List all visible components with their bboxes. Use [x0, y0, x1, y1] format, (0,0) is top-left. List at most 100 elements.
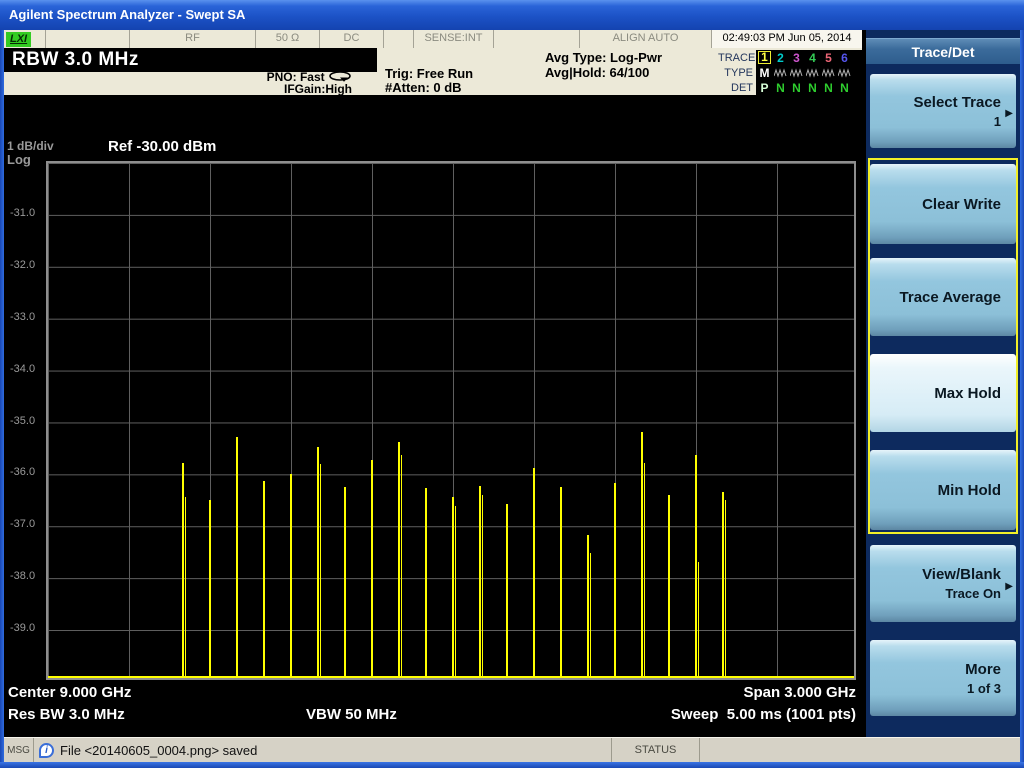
trace-spike: [185, 497, 186, 678]
y-axis-tick-label: -34.0: [10, 363, 35, 375]
softkey-view-blank[interactable]: View/Blank Trace On ▶: [870, 545, 1016, 622]
trace-1-number: 1: [758, 51, 771, 64]
softkey-label: View/Blank: [922, 566, 1001, 583]
softkey-label: Select Trace: [913, 94, 1001, 111]
lxi-badge: LXI: [6, 32, 31, 47]
window-border-right: [1020, 30, 1024, 768]
y-axis-tick-label: -36.0: [10, 466, 35, 478]
softkey-panel: Trace/Det Select Trace 1 ▶ Clear Write T…: [862, 30, 1020, 737]
trace-spike: [668, 495, 670, 678]
window-title: Agilent Spectrum Analyzer - Swept SA: [9, 7, 245, 22]
trace-spike: [320, 464, 321, 679]
lxi-indicator: LXI: [4, 30, 46, 48]
span-label: Span 3.000 GHz: [743, 684, 856, 701]
softkey-label: More: [965, 661, 1001, 678]
submenu-arrow-icon: ▶: [1005, 109, 1013, 119]
message-text: File <20140605_0004.png> saved: [60, 743, 257, 758]
trace-3-number: 3: [790, 51, 803, 65]
trace-type-waveform-icon: [774, 68, 787, 78]
softkey-label: Trace Average: [900, 289, 1001, 306]
trace-5-number: 5: [822, 51, 835, 65]
status-cell-label: STATUS: [612, 738, 700, 762]
softkey-trace-average[interactable]: Trace Average: [870, 258, 1016, 336]
continuous-sweep-icon: [328, 71, 352, 82]
average-block: Avg Type: Log-Pwr Avg|Hold: 64/100: [545, 50, 662, 80]
trace-spike: [344, 487, 346, 678]
detector-mode-3: N: [790, 81, 803, 95]
softkey-menu-title: Trace/Det: [866, 38, 1020, 64]
status-cell-blank: [46, 30, 130, 48]
detector-mode-6: N: [838, 81, 851, 95]
sweep-label: Sweep 5.00 ms (1001 pts): [671, 706, 856, 723]
plot-area: [46, 161, 856, 680]
status-cell-content: [700, 738, 1020, 762]
trace-type-waveform-icon: [822, 68, 835, 78]
status-cell-blank: [384, 30, 414, 48]
scale-per-div-label: 1 dB/div: [7, 139, 54, 153]
status-strip: LXI RF 50 Ω DC SENSE:INT ALIGN AUTO 02:4…: [4, 30, 862, 48]
res-bw-label: Res BW 3.0 MHz: [8, 706, 125, 723]
avg-hold-count-label: Avg|Hold: 64/100: [545, 65, 649, 80]
app-window: Agilent Spectrum Analyzer - Swept SA LXI…: [0, 0, 1024, 768]
rbw-readout: RBW 3.0 MHz: [4, 48, 377, 72]
title-bar[interactable]: Agilent Spectrum Analyzer - Swept SA: [0, 0, 1024, 30]
trace-spike: [725, 500, 726, 678]
softkey-more[interactable]: More 1 of 3: [870, 640, 1016, 716]
sense-indicator: SENSE:INT: [414, 30, 494, 48]
msg-cell-label: MSG: [4, 738, 34, 762]
ifgain-label: IFGain:High: [284, 82, 352, 96]
trace-spike: [401, 455, 402, 678]
type-row-label: TYPE: [718, 67, 756, 79]
attenuation-label: #Atten: 0 dB: [385, 80, 462, 95]
type-row: TYPE M: [718, 65, 862, 80]
trace-2-number: 2: [774, 51, 787, 65]
message-cell: i File <20140605_0004.png> saved: [34, 738, 612, 762]
spectrum-display: 1 dB/div Log Ref -30.00 dBm Center 9.000…: [4, 95, 862, 737]
impedance-indicator: 50 Ω: [256, 30, 320, 48]
rf-input-indicator: RF: [130, 30, 256, 48]
trace-legend: TRACE 123456 TYPE M DET PNNNNN: [718, 50, 862, 95]
trigger-label: Trig: Free Run: [385, 66, 473, 81]
softkey-label: Min Hold: [938, 482, 1001, 499]
trace-spike: [506, 504, 508, 679]
message-bar: MSG i File <20140605_0004.png> saved STA…: [4, 737, 1020, 762]
trace-4-number: 4: [806, 51, 819, 65]
softkey-select-trace[interactable]: Select Trace 1 ▶: [870, 74, 1016, 148]
trace-spike: [371, 460, 373, 678]
y-axis-tick-label: -33.0: [10, 311, 35, 323]
trace-spike: [533, 468, 535, 678]
y-axis-tick-label: -39.0: [10, 622, 35, 634]
trace-spike: [644, 463, 645, 679]
ref-level-label: Ref -30.00 dBm: [108, 138, 216, 155]
y-axis-tick-label: -35.0: [10, 415, 35, 427]
trace-type-waveform-icon: [806, 68, 819, 78]
softkey-max-hold[interactable]: Max Hold: [870, 354, 1016, 432]
softkey-label: Max Hold: [934, 385, 1001, 402]
trace-spike: [209, 500, 211, 678]
softkey-clear-write[interactable]: Clear Write: [870, 164, 1016, 244]
softkey-value: 1: [994, 114, 1001, 129]
trace-row: TRACE 123456: [718, 50, 862, 65]
center-freq-label: Center 9.000 GHz: [8, 684, 131, 701]
trace-spike: [290, 474, 292, 678]
trace-6-number: 6: [838, 51, 851, 65]
det-row-label: DET: [718, 82, 756, 94]
det-row: DET PNNNNN: [718, 80, 862, 95]
detector-mode-2: N: [774, 81, 787, 95]
y-axis-tick-label: -31.0: [10, 207, 35, 219]
clock-display: 02:49:03 PM Jun 05, 2014: [712, 30, 862, 48]
trace-row-label: TRACE: [718, 52, 756, 64]
trace-types-box: M: [756, 65, 862, 80]
y-axis-tick-label: -32.0: [10, 259, 35, 271]
softkey-value: Trace On: [945, 586, 1001, 601]
trace-spike: [560, 487, 562, 678]
softkey-min-hold[interactable]: Min Hold: [870, 450, 1016, 530]
trace-spike: [455, 506, 456, 679]
trigger-block: Trig: Free Run #Atten: 0 dB: [385, 67, 473, 95]
align-indicator: ALIGN AUTO: [580, 30, 712, 48]
trace-spike: [425, 488, 427, 678]
info-icon: i: [39, 743, 54, 758]
trace-mode-group-highlight: Clear Write Trace Average Max Hold Min H…: [868, 158, 1018, 534]
trace-spike: [482, 495, 483, 678]
y-axis-tick-label: -37.0: [10, 518, 35, 530]
